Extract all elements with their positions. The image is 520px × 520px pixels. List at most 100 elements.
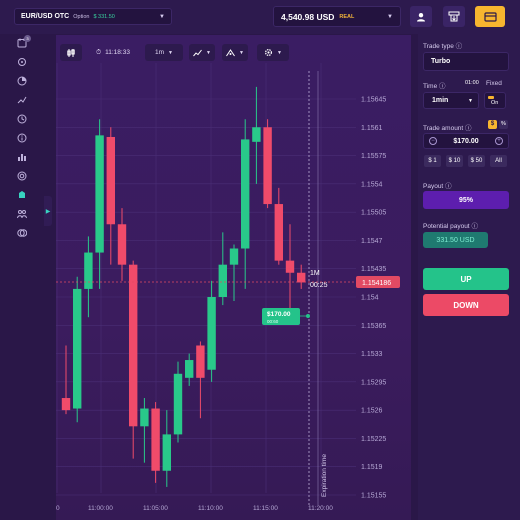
candle-body — [61, 398, 71, 411]
chevron-down-icon: ▼ — [206, 49, 211, 56]
chevron-down-icon: ▼ — [168, 49, 173, 56]
wallet-icon — [483, 11, 497, 22]
info-icon[interactable] — [17, 133, 27, 143]
account-type-badge: REAL — [339, 13, 355, 20]
price-chart[interactable]: 1.15645 1.1561 1.15575 1.1554 1.15505 1.1547 1… — [56, 35, 411, 520]
left-sidebar: 3 — [0, 34, 44, 520]
amount-currency-toggle[interactable]: $ — [488, 120, 497, 129]
asset-name: EUR/USD OTC — [21, 13, 70, 20]
chevron-down-icon: ▼ — [277, 49, 282, 56]
profile-button[interactable] — [410, 6, 432, 27]
gear-icon — [265, 48, 273, 57]
chevron-right-icon: ▶ — [45, 208, 51, 215]
plus-icon[interactable]: + — [495, 137, 503, 145]
time-selector[interactable]: 1min ▼ — [423, 92, 479, 109]
chart-panel[interactable]: ⏱ 11:18:33 1m ▼ ▼ ▼ ▼ 1.15645 1.1561 1.155… — [56, 35, 411, 520]
time-value: 01:00 — [465, 80, 479, 86]
chevron-down-icon: ▼ — [159, 13, 165, 20]
server-time: 11:18:33 — [105, 49, 130, 56]
x-tick-label: 11:05:00 — [143, 505, 168, 512]
y-tick-label: 1.15575 — [361, 153, 386, 160]
y-tick-label: 1.1554 — [361, 181, 383, 188]
indicators-selector[interactable]: ▼ — [222, 44, 248, 61]
candle-body — [95, 135, 104, 253]
fixed-toggle[interactable]: On — [484, 92, 506, 109]
current-price-value: 1.154186 — [362, 280, 391, 287]
server-timer: ⏱ 11:18:33 — [88, 44, 138, 61]
up-button[interactable]: UP — [423, 268, 509, 290]
statistics-icon[interactable] — [17, 152, 27, 162]
tournaments-icon[interactable] — [17, 228, 27, 238]
candle-body — [207, 297, 216, 370]
asset-selector[interactable]: EUR/USD OTC Option $ 331.50 ▼ — [14, 8, 172, 25]
candle-body — [106, 136, 115, 225]
round-timer-label: 1M — [310, 270, 320, 277]
candle-body — [241, 139, 250, 249]
signals-icon[interactable] — [17, 57, 27, 67]
x-tick-label: 11:00:00 — [88, 505, 113, 512]
candle-body — [151, 408, 160, 471]
asset-type: Option — [73, 13, 90, 20]
current-price-badge — [356, 275, 400, 288]
y-tick-label: 1.15505 — [361, 210, 386, 217]
chevron-down-icon: ▼ — [387, 13, 393, 20]
payout-value: 95% — [458, 196, 473, 204]
potential-payout-value: 331.50 USD — [436, 236, 475, 244]
trade-amount-label: Trade amount ⓘ — [423, 125, 472, 132]
history-icon[interactable] — [17, 114, 27, 124]
chip-all[interactable]: All — [490, 155, 507, 167]
timeframe-selector[interactable]: 1m ▼ — [145, 44, 183, 61]
payout-value-box: 95% — [423, 191, 509, 209]
minus-icon[interactable]: − — [429, 137, 437, 145]
candle-body — [229, 248, 239, 265]
candle-body — [218, 264, 227, 297]
chart-icon[interactable] — [17, 95, 27, 105]
y-tick-label: 1.1547 — [361, 238, 383, 245]
amount-input[interactable]: − $170.00 + — [423, 133, 509, 149]
down-button[interactable]: DOWN — [423, 294, 509, 316]
clock-icon: ⏱ — [96, 48, 102, 56]
payout-label: Payout ⓘ — [423, 183, 452, 190]
wallet-button[interactable] — [475, 6, 505, 27]
info-icon: ⓘ — [445, 183, 452, 190]
amount-percent-toggle[interactable]: % — [499, 120, 508, 129]
balance-value: 4,540.98 USD — [281, 11, 335, 22]
chip-50[interactable]: $ 50 — [468, 155, 485, 167]
potential-payout-box: 331.50 USD — [423, 232, 488, 248]
trade-marker-amount: $170.00 — [267, 311, 291, 318]
amount-value: $170.00 — [453, 137, 479, 145]
y-tick-label: 1.15225 — [361, 436, 386, 443]
account-balance-selector[interactable]: 4,540.98 USD REAL ▼ — [273, 6, 401, 27]
chart-tools-button[interactable] — [60, 44, 82, 61]
toggle-knob — [488, 96, 494, 99]
candle-body — [162, 434, 171, 471]
candle-body — [252, 127, 261, 142]
info-icon: ⓘ — [439, 83, 446, 90]
expiration-label: Expiration time — [321, 454, 328, 497]
timeframe-value: 1m — [155, 49, 165, 56]
analytics-icon[interactable] — [17, 76, 27, 86]
market-icon[interactable] — [17, 190, 27, 200]
chip-10[interactable]: $ 10 — [446, 155, 463, 167]
candle-body — [185, 360, 194, 378]
candle-body — [263, 127, 272, 205]
chip-1[interactable]: $ 1 — [424, 155, 441, 167]
trade-marker-dot — [306, 314, 310, 318]
deposit-button[interactable] — [443, 6, 465, 27]
candle-body — [140, 408, 149, 427]
trade-type-selector[interactable]: Turbo — [423, 52, 509, 71]
chart-type-selector[interactable]: ▼ — [189, 44, 215, 61]
community-icon[interactable] — [17, 209, 27, 219]
support-icon[interactable] — [17, 171, 27, 181]
y-tick-label: 1.15435 — [361, 266, 386, 273]
round-timer-value: 00:25 — [310, 282, 328, 289]
potential-payout-label: Potential payout ⓘ — [423, 223, 478, 230]
chart-settings-selector[interactable]: ▼ — [257, 44, 289, 61]
candle-body — [274, 204, 283, 261]
y-tick-label: 1.15295 — [361, 379, 386, 386]
candle-body — [196, 345, 205, 378]
fixed-label: Fixed — [486, 80, 502, 87]
sidebar-collapse-handle[interactable]: ▶ — [44, 196, 52, 226]
y-tick-label: 1.15155 — [361, 493, 386, 500]
time-select-value: 1min — [432, 97, 449, 104]
